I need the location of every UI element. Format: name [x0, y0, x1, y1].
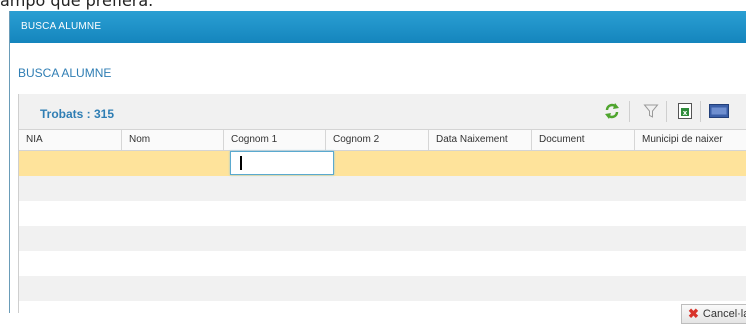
- table-row[interactable]: [19, 301, 746, 313]
- text-caret: [240, 156, 242, 170]
- table-row[interactable]: [19, 176, 746, 201]
- result-count: Trobats : 315: [40, 107, 115, 121]
- results-grid: Trobats : 315 x NIA Nom Cognom 1 Cognom …: [18, 94, 746, 313]
- column-header-nia[interactable]: NIA: [19, 130, 122, 150]
- excel-export-icon[interactable]: x: [674, 100, 696, 122]
- toolbar-separator: [700, 101, 701, 122]
- grid-toolbar: Trobats : 315 x: [19, 94, 746, 130]
- column-header-municipi[interactable]: Municipi de naixer: [635, 130, 746, 150]
- html-export-icon[interactable]: [708, 100, 730, 122]
- toolbar-separator: [629, 101, 630, 122]
- column-header-cognom1[interactable]: Cognom 1: [224, 130, 326, 150]
- refresh-icon[interactable]: [601, 100, 623, 122]
- page-top-text: ampo que prefiera.: [0, 0, 154, 10]
- table-row[interactable]: [19, 226, 746, 251]
- section-title: BUSCA ALUMNE: [18, 66, 112, 80]
- cancel-button[interactable]: ✖ Cancel·lar: [681, 304, 746, 324]
- column-header-data-naixement[interactable]: Data Naixement: [429, 130, 532, 150]
- search-student-dialog: BUSCA ALUMNE BUSCA ALUMNE Trobats : 315: [9, 11, 746, 324]
- filter-row[interactable]: [19, 151, 746, 176]
- grid-header: NIA Nom Cognom 1 Cognom 2 Data Naixement…: [19, 130, 746, 151]
- cognom1-filter-input[interactable]: [230, 151, 334, 175]
- cancel-button-label: Cancel·lar: [702, 308, 746, 320]
- column-header-cognom2[interactable]: Cognom 2: [326, 130, 429, 150]
- svg-text:x: x: [683, 109, 688, 117]
- column-header-nom[interactable]: Nom: [122, 130, 224, 150]
- table-row[interactable]: [19, 251, 746, 276]
- cancel-icon: ✖: [688, 306, 699, 321]
- dialog-titlebar: BUSCA ALUMNE: [10, 11, 746, 43]
- toolbar-separator: [666, 101, 667, 122]
- column-header-document[interactable]: Document: [532, 130, 635, 150]
- filter-icon[interactable]: [640, 100, 662, 122]
- table-row[interactable]: [19, 201, 746, 226]
- dialog-title: BUSCA ALUMNE: [21, 21, 102, 32]
- table-row[interactable]: [19, 276, 746, 301]
